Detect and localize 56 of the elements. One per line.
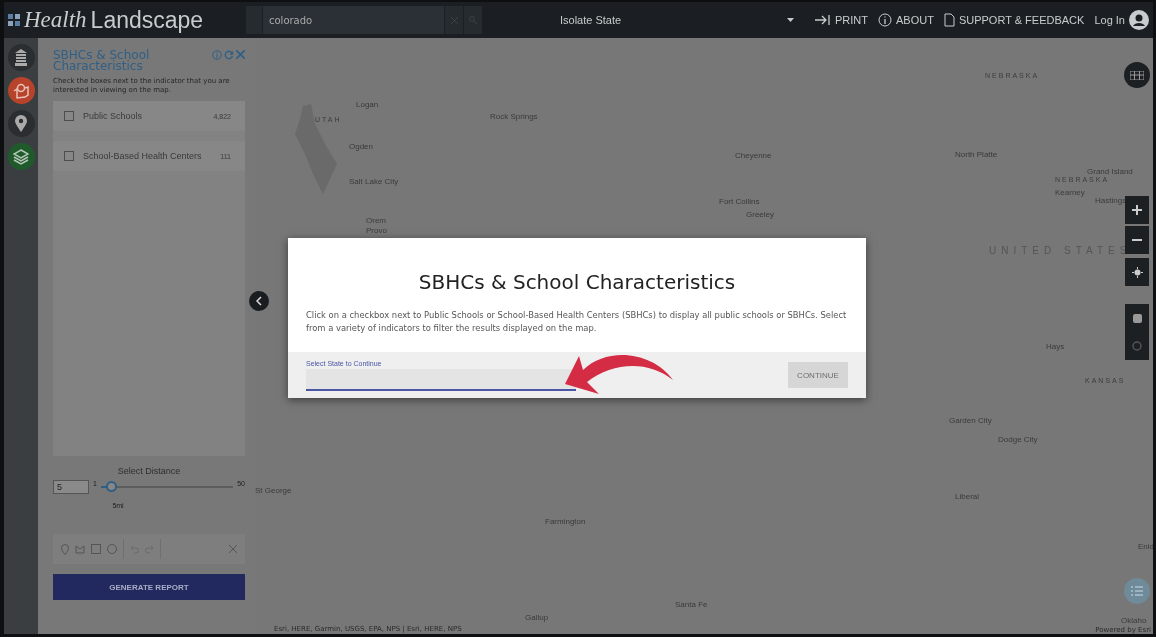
document-icon [943, 13, 955, 27]
plus-icon [1132, 205, 1142, 215]
search-field[interactable]: colorado [246, 6, 482, 34]
chevron-left-icon [256, 296, 262, 306]
list-icon [1131, 586, 1143, 596]
rail-button[interactable] [7, 143, 35, 170]
checkbox[interactable] [64, 151, 74, 161]
layers-button[interactable] [1125, 304, 1149, 332]
square-icon[interactable] [91, 544, 101, 554]
user-avatar-icon [1129, 10, 1149, 30]
crosshair-icon [1131, 266, 1143, 278]
caret-icon [787, 18, 794, 22]
modal-description: Click on a checkbox next to Public Schools or School-Based Health Centers (SBHCs) to display all public schools or SBHCs. Select from a variety of indicators to filter the results displayed on the map. [306, 309, 848, 335]
nav-link[interactable]: SUPPORT & FEEDBACK [943, 13, 1085, 27]
grid-logo-icon [8, 14, 20, 26]
panel-title: SBHCs & School Characteristics [53, 50, 151, 72]
layers-icon [13, 148, 29, 165]
info-icon [877, 13, 892, 27]
slider-thumb[interactable] [106, 481, 118, 492]
minus-icon [1132, 239, 1142, 241]
circle-icon[interactable] [107, 544, 117, 554]
rail-button[interactable] [7, 44, 35, 71]
stack-icon [1132, 313, 1142, 323]
building-icon [14, 48, 28, 67]
close-icon[interactable] [229, 545, 237, 553]
refresh-icon[interactable] [224, 50, 234, 60]
close-icon[interactable] [236, 50, 245, 59]
indicator-label: School-Based Health Centers [83, 151, 203, 161]
rail-button[interactable] [7, 110, 35, 137]
login-link[interactable]: Log In [1094, 10, 1149, 30]
zoom-out-button[interactable] [1125, 226, 1149, 254]
rail-button[interactable] [7, 77, 35, 104]
arrow-to-bar-icon [814, 14, 831, 26]
settings-icon [1132, 341, 1142, 351]
checkbox[interactable] [64, 111, 74, 121]
nav-link[interactable]: PRINT [814, 14, 868, 26]
locate-button[interactable] [1125, 258, 1149, 286]
polyline-icon[interactable] [75, 544, 85, 554]
grid-icon [1130, 70, 1144, 80]
legend-button[interactable] [1124, 578, 1150, 604]
distance-input[interactable]: 5 [53, 480, 89, 494]
logo-text: Landscape [90, 6, 204, 34]
zoom-in-button[interactable] [1125, 196, 1149, 224]
logo-text: Health [24, 7, 87, 33]
distance-label: Select Distance [117, 466, 181, 476]
nav-link[interactable]: ABOUT [877, 13, 934, 27]
isolate-state-dropdown[interactable]: Isolate State [490, 14, 800, 26]
generate-report-button[interactable]: GENERATE REPORT [53, 574, 245, 600]
basemap-button[interactable] [1124, 62, 1150, 88]
pin-icon[interactable] [61, 543, 69, 555]
location-pin-icon [15, 115, 27, 132]
map-pin-icon [13, 82, 29, 99]
info-icon[interactable] [212, 50, 222, 60]
indicator-label: Public Schools [83, 111, 144, 121]
map-label: Provo [366, 226, 387, 235]
modal-title: SBHCs & School Characteristics [417, 270, 737, 294]
